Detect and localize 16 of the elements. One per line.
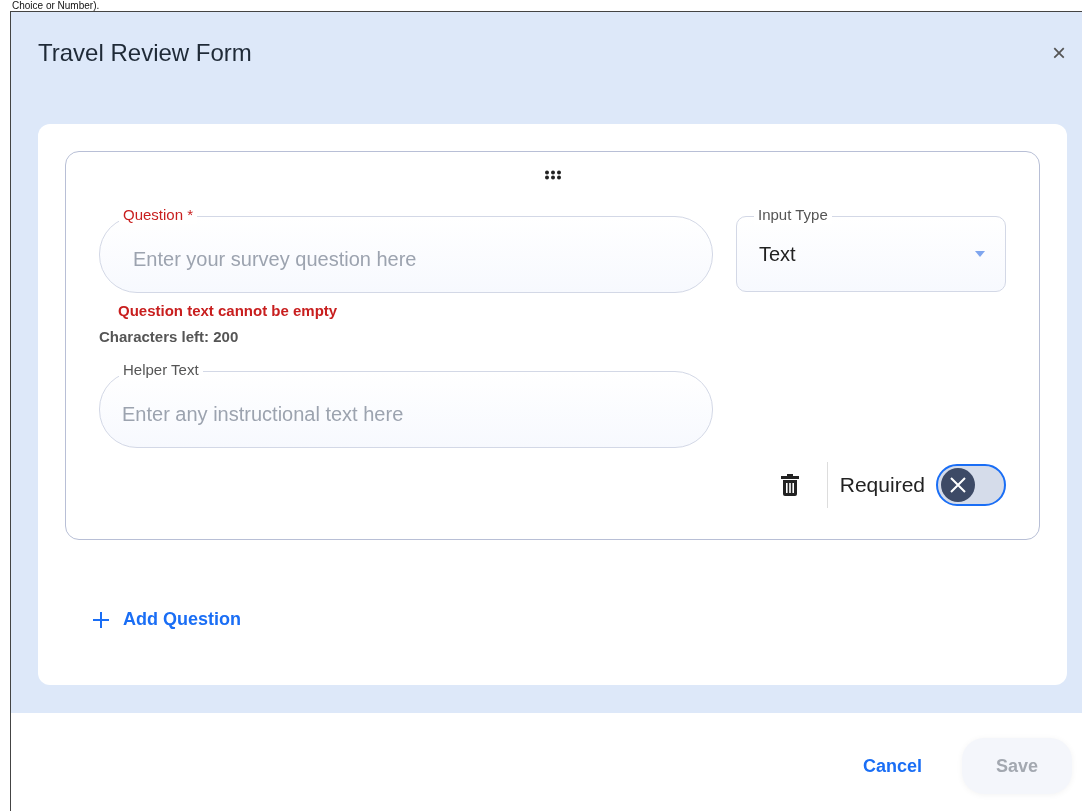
dropdown-caret-icon [975,251,985,257]
error-message: Question text cannot be empty [118,302,339,319]
close-icon [949,476,967,494]
background-text: Choice or Number). [12,0,100,11]
delete-icon[interactable] [780,474,799,496]
close-button[interactable]: × [1048,39,1070,67]
field-label: Question * [119,206,198,224]
plus-icon [93,611,109,628]
required-switch[interactable] [936,464,1006,506]
field-label: Helper Text [119,361,203,379]
add-question-button[interactable]: Add Question [93,609,241,630]
drag-handle-icon[interactable] [543,170,562,180]
character-counter: Characters left: 200 [99,328,240,345]
required-label: Required [839,473,925,497]
cancel-button[interactable]: Cancel [862,755,922,777]
dialog-title: Travel Review Form [38,39,252,67]
